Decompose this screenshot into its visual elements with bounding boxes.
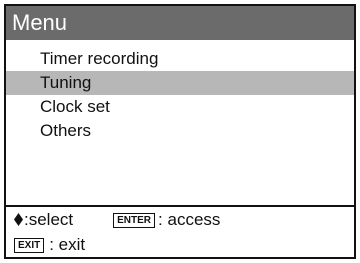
menu-list: Timer recording Tuning Clock set Others <box>6 47 354 143</box>
menu-title: Menu <box>6 6 354 40</box>
footer-divider <box>6 205 354 207</box>
select-hint: :select <box>24 210 74 229</box>
menu-item-timer-recording[interactable]: Timer recording <box>6 47 354 71</box>
enter-key-label: ENTER <box>113 213 156 228</box>
access-hint: : access <box>158 210 221 229</box>
menu-item-tuning[interactable]: Tuning <box>6 71 354 95</box>
footer-hint-row-1: :select ENTER: access <box>14 210 354 234</box>
up-down-diamond-icon <box>14 213 23 226</box>
exit-hint: : exit <box>49 235 86 254</box>
menu-item-others[interactable]: Others <box>6 119 354 143</box>
menu-screen: Menu Timer recording Tuning Clock set Ot… <box>4 4 356 259</box>
menu-item-clock-set[interactable]: Clock set <box>6 95 354 119</box>
footer-hint-row-2: EXIT : exit <box>14 235 354 259</box>
exit-key-label: EXIT <box>14 238 45 253</box>
